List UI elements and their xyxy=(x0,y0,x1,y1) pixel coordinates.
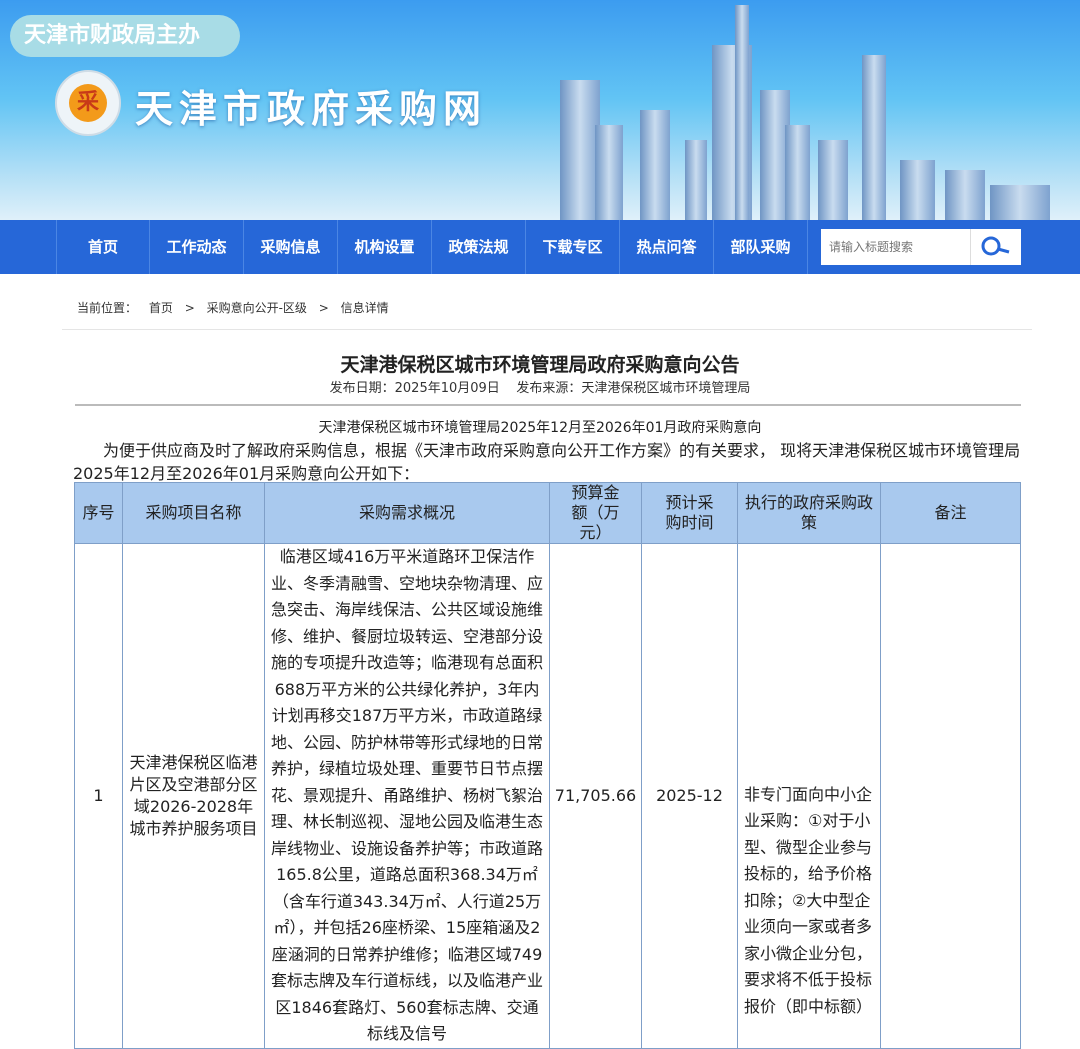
table-header-row: 序号 采购项目名称 采购需求概况 预算金额（万元） 预计采购时间 执行的政府采购… xyxy=(74,482,1021,544)
table-row: 1 天津港保税区临港片区及空港部分区域2026-2028年城市养护服务项目 临港… xyxy=(74,543,1021,1049)
publish-date: 发布日期：2025年10月09日 xyxy=(329,381,500,396)
divider xyxy=(62,329,1032,330)
breadcrumb-category[interactable]: 采购意向公开-区级 xyxy=(207,301,307,315)
row-time: 2025-12 xyxy=(641,543,738,1049)
nav-procurement-info[interactable]: 采购信息 xyxy=(244,220,338,274)
search-input[interactable] xyxy=(821,229,970,265)
row-name: 天津港保税区临港片区及空港部分区域2026-2028年城市养护服务项目 xyxy=(122,543,265,1049)
col-policy: 执行的政府采购政策 xyxy=(737,482,881,544)
col-no: 序号 xyxy=(74,482,123,544)
publish-source: 发布来源：天津港保税区城市环境管理局 xyxy=(516,381,751,396)
site-logo[interactable]: 采 xyxy=(55,70,121,136)
breadcrumb-current: 信息详情 xyxy=(340,301,389,315)
search-button[interactable] xyxy=(970,229,1021,265)
article-intro: 为便于供应商及时了解政府采购信息，根据《天津市政府采购意向公开工作方案》的有关要… xyxy=(73,441,1021,483)
divider xyxy=(75,404,1021,406)
host-label: 天津市财政局主办 xyxy=(10,15,240,57)
nav-home[interactable]: 首页 xyxy=(56,220,150,274)
row-remark xyxy=(880,543,1021,1049)
row-no: 1 xyxy=(74,543,123,1049)
breadcrumb-home[interactable]: 首页 xyxy=(149,301,173,315)
nav-policies[interactable]: 政策法规 xyxy=(432,220,526,274)
nav-faq[interactable]: 热点问答 xyxy=(620,220,714,274)
breadcrumb-sep: > xyxy=(318,301,329,315)
article-subtitle: 天津港保税区城市环境管理局2025年12月至2026年01月政府采购意向 xyxy=(318,420,762,436)
col-budget: 预算金额（万元） xyxy=(549,482,642,544)
nav-organization[interactable]: 机构设置 xyxy=(338,220,432,274)
col-time: 预计采购时间 xyxy=(641,482,738,544)
col-name: 采购项目名称 xyxy=(122,482,265,544)
logo-emblem: 采 xyxy=(69,84,107,122)
header-banner: 天津市财政局主办 采 天津市政府采购网 xyxy=(0,0,1080,220)
breadcrumb-sep: > xyxy=(184,301,195,315)
row-desc: 临港区域416万平米道路环卫保洁作业、冬季清融雪、空地块杂物清理、应急突击、海岸… xyxy=(264,543,550,1049)
nav-military-procurement[interactable]: 部队采购 xyxy=(714,220,808,274)
breadcrumb-label: 当前位置： xyxy=(77,301,138,315)
row-budget: 71,705.66 xyxy=(549,543,642,1049)
nav-work-news[interactable]: 工作动态 xyxy=(150,220,244,274)
procurement-table: 序号 采购项目名称 采购需求概况 预算金额（万元） 预计采购时间 执行的政府采购… xyxy=(74,482,1021,1049)
site-name: 天津市政府采购网 xyxy=(135,87,488,131)
col-remark: 备注 xyxy=(880,482,1021,544)
page-title: 天津港保税区城市环境管理局政府采购意向公告 xyxy=(340,354,740,376)
article-meta: 发布日期：2025年10月09日 发布来源：天津港保税区城市环境管理局 xyxy=(0,377,1080,396)
nav-downloads[interactable]: 下载专区 xyxy=(526,220,620,274)
row-policy: 非专门面向中小企业采购：①对于小型、微型企业参与投标的，给予价格扣除；②大中型企… xyxy=(737,543,881,1049)
search-icon xyxy=(981,236,1010,256)
col-desc: 采购需求概况 xyxy=(264,482,550,544)
breadcrumb: 当前位置： 首页 > 采购意向公开-区级 > 信息详情 xyxy=(77,299,397,316)
